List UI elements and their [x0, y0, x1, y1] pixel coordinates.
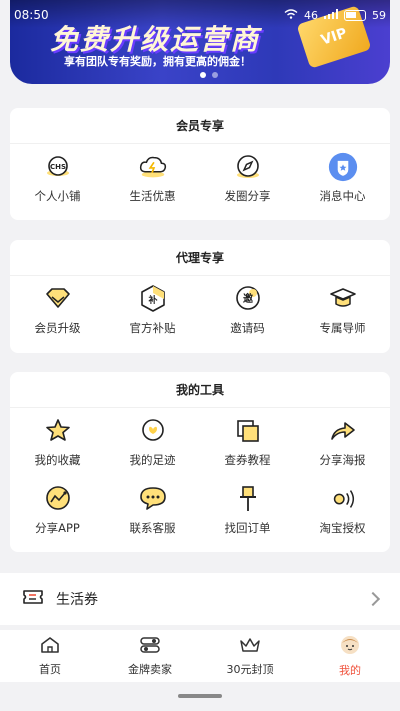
crown-icon [239, 636, 261, 658]
section-title: 代理专享 [10, 240, 390, 276]
battery-icon [344, 9, 366, 21]
chevron-right-icon [365, 591, 381, 607]
menu-item-taobao-auth[interactable]: 淘宝授权 [295, 476, 390, 544]
menu-label: 邀请码 [230, 321, 265, 335]
share-arrow-icon [328, 416, 358, 446]
menu-item-share-poster[interactable]: 分享海报 [295, 408, 390, 476]
nav-30-cap[interactable]: 30元封顶 [200, 630, 300, 682]
nav-label: 金牌卖家 [128, 662, 172, 676]
menu-label: 我的收藏 [34, 453, 81, 467]
menu-item-favorites[interactable]: 我的收藏 [10, 408, 105, 476]
compass-icon [233, 152, 263, 182]
menu-item-member-upgrade[interactable]: 会员升级 [10, 276, 105, 344]
pagination-dot-active [200, 72, 206, 78]
message-shield-icon [328, 152, 358, 182]
section-agent: 代理专享 会员升级 补 官方补贴 邀 邀请码 专属导师 [10, 240, 390, 353]
pagination-dot [212, 72, 218, 78]
menu-label: 我的足迹 [129, 453, 176, 467]
menu-item-share-app[interactable]: 分享APP [10, 476, 105, 544]
menu-label: 个人小铺 [34, 189, 81, 203]
menu-item-footprint[interactable]: 我的足迹 [105, 408, 200, 476]
svg-text:CHS: CHS [49, 163, 65, 171]
pin-icon [233, 484, 263, 514]
nav-gold-seller[interactable]: 金牌卖家 [100, 630, 200, 682]
menu-label: 专属导师 [319, 321, 366, 335]
menu-item-shop[interactable]: CHS 个人小铺 [10, 144, 105, 212]
status-time: 08:50 [14, 8, 49, 22]
bottom-nav: 首页 金牌卖家 30元封顶 我的 [0, 630, 400, 682]
menu-item-share-moments[interactable]: 发圈分享 [200, 144, 295, 212]
menu-item-message-center[interactable]: 消息中心 [295, 144, 390, 212]
star-icon [43, 416, 73, 446]
toggle-icon [139, 636, 161, 658]
menu-item-mentor[interactable]: 专属导师 [295, 276, 390, 344]
nav-label: 30元封顶 [226, 662, 274, 676]
section-title: 我的工具 [10, 372, 390, 408]
svg-text:补: 补 [147, 294, 157, 306]
menu-item-coupon-tutorial[interactable]: 查券教程 [200, 408, 295, 476]
signal-icon [324, 8, 338, 22]
menu-item-recover-order[interactable]: 找回订单 [200, 476, 295, 544]
footprint-icon [138, 416, 168, 446]
share-app-icon [43, 484, 73, 514]
nav-label: 首页 [39, 662, 61, 676]
broadcast-icon [328, 484, 358, 514]
menu-item-invite-code[interactable]: 邀 邀请码 [200, 276, 295, 344]
menu-label: 生活优惠 [129, 189, 176, 203]
menu-label: 找回订单 [224, 521, 271, 535]
menu-label: 淘宝授权 [319, 521, 366, 535]
menu-label: 分享海报 [319, 453, 366, 467]
menu-item-life-deals[interactable]: 生活优惠 [105, 144, 200, 212]
shop-badge-icon: CHS [43, 152, 73, 182]
nav-label: 我的 [339, 663, 361, 677]
banner-pagination [200, 72, 218, 78]
nav-mine[interactable]: 我的 [300, 630, 400, 682]
section-tools: 我的工具 我的收藏 我的足迹 查券教程 分享海报 分享APP 联系客服 找回订单… [10, 372, 390, 552]
menu-label: 会员升级 [34, 321, 81, 335]
menu-label: 分享APP [35, 521, 80, 535]
ticket-icon [22, 588, 44, 610]
home-icon [40, 636, 60, 658]
menu-label: 官方补贴 [129, 321, 176, 335]
menu-label: 发圈分享 [224, 189, 271, 203]
coupon-label: 生活券 [56, 592, 98, 608]
banner-subtitle: 享有团队专有奖励，拥有更高的佣金！ [64, 55, 251, 68]
status-bar: 08:50 46 59 [0, 0, 400, 30]
cloud-lightning-icon [138, 152, 168, 182]
subsidy-hexagon-icon: 补 [138, 284, 168, 314]
menu-label: 消息中心 [319, 189, 366, 203]
graduation-cap-icon [328, 284, 358, 314]
svg-text:邀: 邀 [243, 292, 254, 305]
wifi-icon [284, 8, 298, 22]
menu-label: 联系客服 [129, 521, 176, 535]
chat-bubble-icon [138, 484, 168, 514]
menu-item-official-subsidy[interactable]: 补 官方补贴 [105, 276, 200, 344]
life-coupon-row[interactable]: 生活券 [0, 573, 400, 625]
invite-code-icon: 邀 [233, 284, 263, 314]
section-title: 会员专享 [10, 108, 390, 144]
menu-item-customer-service[interactable]: 联系客服 [105, 476, 200, 544]
nav-home[interactable]: 首页 [0, 630, 100, 682]
home-indicator[interactable] [178, 694, 222, 698]
network-text: 46 [304, 8, 318, 22]
profile-face-icon [339, 635, 361, 659]
menu-label: 查券教程 [224, 453, 271, 467]
section-member: 会员专享 CHS 个人小铺 生活优惠 发圈分享 消息中心 [10, 108, 390, 220]
diamond-icon [43, 284, 73, 314]
battery-level: 59 [372, 8, 386, 22]
tutorial-squares-icon [233, 416, 263, 446]
